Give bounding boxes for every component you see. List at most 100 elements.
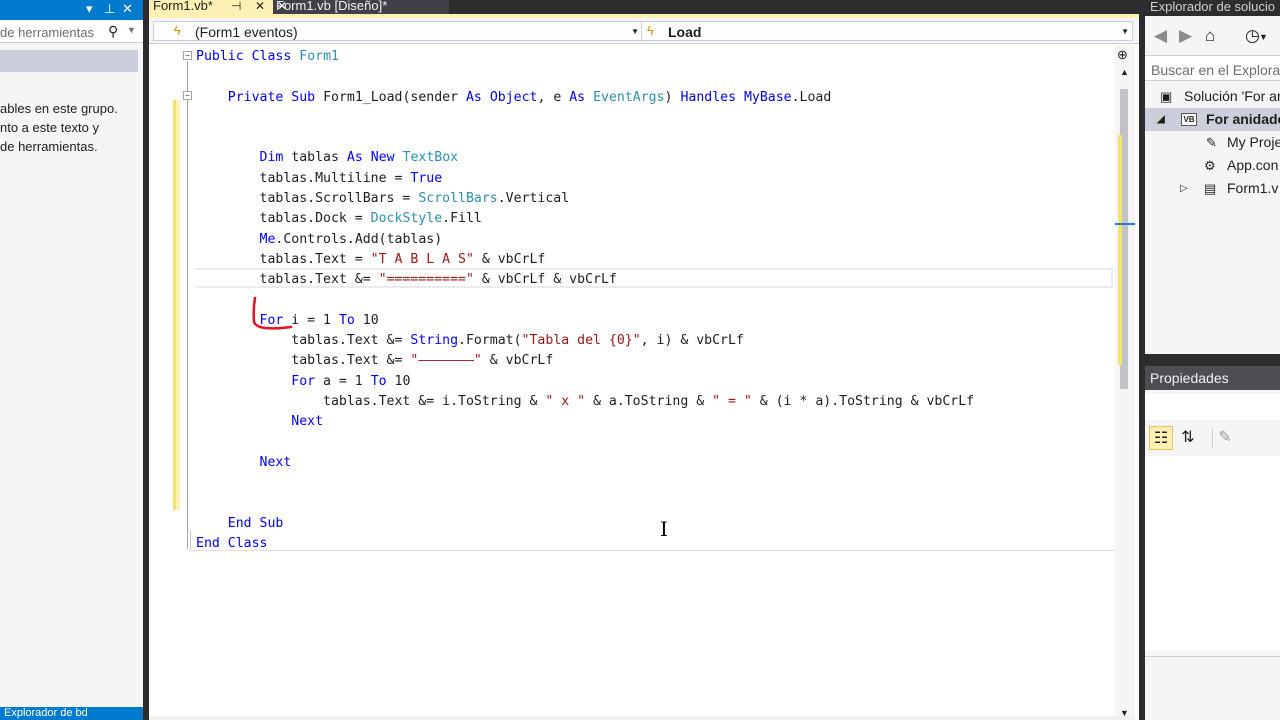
code-token: End (227, 515, 252, 531)
code-token: tablas.ScrollBars = (196, 191, 419, 207)
toolbox-search-box[interactable]: de herramientas ⚲ ▼ (0, 21, 143, 43)
close-icon[interactable]: ✕ (122, 1, 133, 17)
code-line[interactable]: For a = 1 To 10 (196, 372, 1116, 392)
code-line[interactable] (196, 67, 1116, 87)
form-icon: ▤ (1204, 181, 1217, 196)
code-token: Form1_Load(sender (315, 89, 466, 105)
code-token: To (370, 373, 387, 389)
pin-icon[interactable]: ⊣ (231, 0, 241, 12)
property-pages-icon[interactable]: ✎ (1213, 426, 1237, 450)
close-icon[interactable]: ✕ (255, 0, 265, 12)
object-dropdown[interactable]: ϟ (Form1 eventos) ▼ (153, 21, 643, 41)
code-line[interactable]: Public Class Form1 (196, 47, 1116, 67)
code-line[interactable]: tablas.Text &= String.Format("Tabla del … (196, 331, 1116, 351)
code-token: True (410, 170, 443, 186)
code-line[interactable]: tablas.Text &= "———————" & vbCrLf (196, 351, 1116, 371)
properties-object-selector[interactable] (1145, 394, 1280, 420)
vertical-scrollbar[interactable]: ⊕ ▲ ▼ (1115, 45, 1135, 720)
code-editor[interactable]: ϟ (Form1 eventos) ▼ ϟ Load ▼ − − Public … (149, 18, 1139, 720)
code-line[interactable] (196, 291, 1116, 311)
code-line[interactable]: tablas.Dock = DockStyle.Fill (196, 209, 1116, 229)
scrollbar-change-marker (1118, 135, 1122, 365)
pin-icon[interactable]: ⊥ (104, 1, 115, 17)
collapse-class-icon[interactable]: − (183, 51, 192, 60)
code-line[interactable]: tablas.ScrollBars = ScrollBars.Vertical (196, 189, 1116, 209)
code-token: 10 (386, 373, 411, 389)
chevron-down-icon[interactable]: ▼ (1121, 27, 1129, 36)
tree-item-form1[interactable]: ▷ ▤ Form1.v (1145, 177, 1280, 200)
chevron-down-icon[interactable]: ▼ (127, 25, 136, 35)
back-icon[interactable]: ◀ (1154, 26, 1167, 46)
split-window-icon[interactable]: ⊕ (1117, 47, 1128, 63)
properties-description (1145, 656, 1280, 720)
chevron-down-icon[interactable]: ▼ (1259, 32, 1268, 42)
code-line[interactable] (196, 494, 1116, 514)
code-text[interactable]: Public Class Form1 Private Sub Form1_Loa… (196, 47, 1116, 554)
code-line[interactable]: Next (196, 453, 1116, 473)
tree-item-solution[interactable]: ▣ Solución 'For an (1145, 85, 1280, 108)
code-line[interactable] (196, 433, 1116, 453)
code-line[interactable]: For i = 1 To 10 (196, 311, 1116, 331)
code-line[interactable]: tablas.Text &= "==========" & vbCrLf & v… (196, 270, 1116, 290)
event-bolt-icon: ϟ (174, 23, 181, 38)
code-line[interactable]: tablas.Multiline = True (196, 169, 1116, 189)
tree-item-label: Form1.v (1227, 180, 1279, 196)
code-line[interactable] (196, 473, 1116, 493)
collapse-sub-icon[interactable]: − (183, 91, 192, 100)
search-icon[interactable]: ⚲ (108, 23, 118, 40)
dropdown-icon[interactable]: ▾ (86, 1, 93, 17)
server-explorer-tab[interactable]: Explorador de bd (0, 707, 143, 720)
code-line[interactable] (196, 128, 1116, 148)
member-dropdown[interactable]: ϟ Load ▼ (641, 21, 1133, 41)
solution-search-placeholder: Buscar en el Explorad (1151, 62, 1280, 78)
tab-form1-design[interactable]: ✕ Form1.vb [Diseño]* (273, 0, 449, 14)
properties-grid[interactable] (1145, 456, 1280, 651)
code-token: Class (251, 49, 292, 64)
home-icon[interactable]: ⌂ (1205, 26, 1215, 46)
solution-explorer-panel: Explorador de solucio ◀ ▶ ⌂ ◷ ▼ Buscar e… (1145, 0, 1280, 354)
categorized-icon[interactable]: ☷ (1149, 426, 1173, 450)
code-token: & vbCrLf & vbCrLf (473, 272, 617, 288)
forward-icon[interactable]: ▶ (1179, 26, 1192, 46)
code-token: tablas.Text &= (196, 353, 411, 369)
code-line[interactable]: End Class (196, 534, 1116, 554)
tree-item-app-config[interactable]: ⚙ App.con (1145, 154, 1280, 177)
navigation-bar: ϟ (Form1 eventos) ▼ ϟ Load ▼ (149, 18, 1139, 44)
toolbox-group-header[interactable] (0, 50, 138, 72)
alphabetical-sort-icon[interactable]: ⇅ (1176, 426, 1200, 450)
code-line[interactable]: Dim tablas As New TextBox (196, 148, 1116, 168)
editor-gutter (149, 45, 195, 720)
chevron-down-icon[interactable]: ▼ (631, 27, 639, 36)
code-token: "==========" (378, 272, 474, 288)
red-annotation-mark (252, 296, 293, 330)
code-line[interactable]: tablas.Text = "T A B L A S" & vbCrLf (196, 250, 1116, 270)
solution-explorer-toolbar: ◀ ▶ ⌂ ◷ ▼ (1145, 20, 1280, 52)
tab-form1-code[interactable]: Form1.vb* ⊣ ✕ (149, 0, 273, 14)
code-line[interactable] (196, 108, 1116, 128)
code-token: a = 1 (315, 373, 371, 389)
code-token: Public (196, 49, 244, 64)
code-token: .Fill (442, 211, 482, 227)
code-line[interactable]: Me.Controls.Add(tablas) (196, 230, 1116, 250)
toolbox-panel: ▾ ⊥ ✕ de herramientas ⚲ ▼ ables en este … (0, 0, 143, 720)
history-icon[interactable]: ◷ (1245, 26, 1260, 46)
tree-item-my-project[interactable]: ✎ My Proje (1145, 131, 1280, 154)
tab-label: Form1.vb [Diseño]* (276, 0, 388, 13)
code-line[interactable]: Next (196, 412, 1116, 432)
code-token: Dim (259, 150, 284, 166)
code-line[interactable]: tablas.Text &= i.ToString & " x " & a.To… (196, 392, 1116, 412)
scroll-up-icon[interactable]: ▲ (1120, 67, 1129, 77)
collapsed-arrow-icon[interactable]: ▷ (1180, 177, 1188, 200)
horizontal-scrollbar[interactable] (149, 716, 1135, 720)
expanded-arrow-icon[interactable]: ◢ (1157, 108, 1165, 131)
code-line[interactable]: End Sub (196, 514, 1116, 534)
tree-item-project[interactable]: ◢ VB For anidado (1145, 108, 1280, 131)
code-token: .Vertical (497, 191, 570, 207)
code-line[interactable]: Private Sub Form1_Load(sender As Object,… (196, 88, 1116, 108)
solution-search-input[interactable]: Buscar en el Explorad (1145, 55, 1280, 81)
toolbox-message-line: nto a este texto y (0, 120, 100, 135)
